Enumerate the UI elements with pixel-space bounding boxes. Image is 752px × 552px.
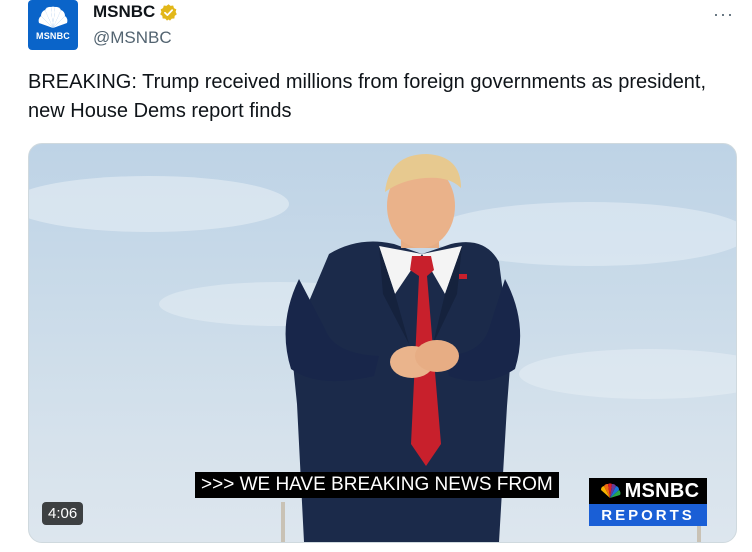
avatar[interactable]: MSNBC	[28, 0, 78, 50]
logo-top: MSNBC	[589, 478, 707, 504]
video-player[interactable]: >>> WE HAVE BREAKING NEWS FROM MSNBC REP…	[28, 143, 737, 543]
peacock-logo-icon	[600, 483, 621, 498]
closed-caption: >>> WE HAVE BREAKING NEWS FROM	[195, 472, 559, 498]
tweet-text: BREAKING: Trump received millions from f…	[28, 71, 707, 122]
msnbc-reports-logo: MSNBC REPORTS	[589, 478, 707, 526]
peacock-logo-icon	[38, 6, 68, 29]
logo-bottom-text: REPORTS	[589, 504, 707, 526]
more-icon[interactable]: ···	[713, 4, 734, 25]
avatar-text: MSNBC	[36, 31, 70, 41]
logo-top-text: MSNBC	[624, 479, 700, 502]
display-name[interactable]: MSNBC	[93, 2, 155, 22]
name-row: MSNBC	[93, 2, 178, 22]
verified-badge-icon	[160, 3, 178, 21]
tweet[interactable]: MSNBC MSNBC @MSNBC ··· BREAKING: Trump r…	[0, 0, 752, 552]
account-handle[interactable]: @MSNBC	[93, 28, 172, 48]
video-duration: 4:06	[42, 502, 84, 525]
